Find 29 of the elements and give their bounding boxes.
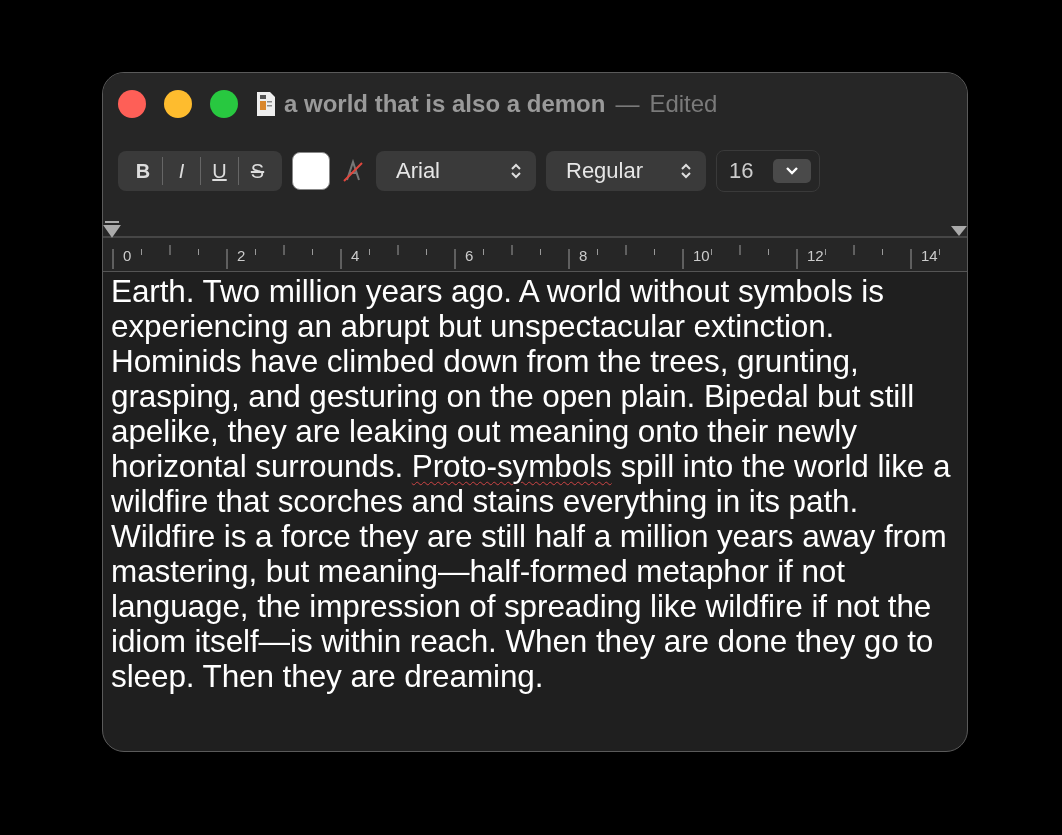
- ruler-label: 2: [237, 247, 247, 264]
- underline-button[interactable]: U: [200, 157, 238, 185]
- font-style-popup[interactable]: Regular: [546, 151, 706, 191]
- close-button[interactable]: [118, 90, 146, 118]
- updown-icon: [680, 162, 692, 180]
- strike-button[interactable]: S: [238, 157, 276, 185]
- font-family-popup[interactable]: Arial: [376, 151, 536, 191]
- text-color-swatch[interactable]: [292, 152, 330, 190]
- chevron-down-icon: [785, 166, 799, 176]
- updown-icon: [510, 162, 522, 180]
- ruler-label: 0: [123, 247, 133, 264]
- ruler-label: 4: [351, 247, 361, 264]
- italic-button[interactable]: I: [162, 157, 200, 185]
- font-size-menu-button[interactable]: [773, 159, 811, 183]
- edited-status: Edited: [649, 90, 718, 118]
- ruler-label: 6: [465, 247, 475, 264]
- zoom-button[interactable]: [210, 90, 238, 118]
- title-separator: —: [615, 90, 640, 118]
- bold-button[interactable]: B: [124, 157, 162, 185]
- ruler-label: 14: [921, 247, 939, 264]
- document-icon: [256, 91, 276, 117]
- font-size-combo[interactable]: 16: [716, 150, 820, 192]
- ruler-label: 12: [807, 247, 825, 264]
- document-text[interactable]: Earth. Two million years ago. A world without symbols is experiencing an abrupt but unspectacular extinction. Hominids have climbed down from the trees, grunting, grasping, and gesturing on the open plain. Bipedal but still apelike, they are leaking out meaning onto their newly horizontal surrounds. Proto-symbols spill into the world like a wildfire that scorches and stains everything in its path. Wildfire is a force they are still half a million years away from mastering, but meaning—half-formed metaphor if not language, the impression of spreading like wildfire if not the idiom itself—is within reach. When they are done they go to sleep. Then they are dreaming.: [103, 272, 967, 694]
- font-size-field[interactable]: 16: [729, 158, 757, 184]
- window-title: a world that is also a demon: [284, 90, 606, 118]
- minimize-button[interactable]: [164, 90, 192, 118]
- ruler-label: 8: [579, 247, 589, 264]
- ruler-label: 10: [693, 247, 711, 264]
